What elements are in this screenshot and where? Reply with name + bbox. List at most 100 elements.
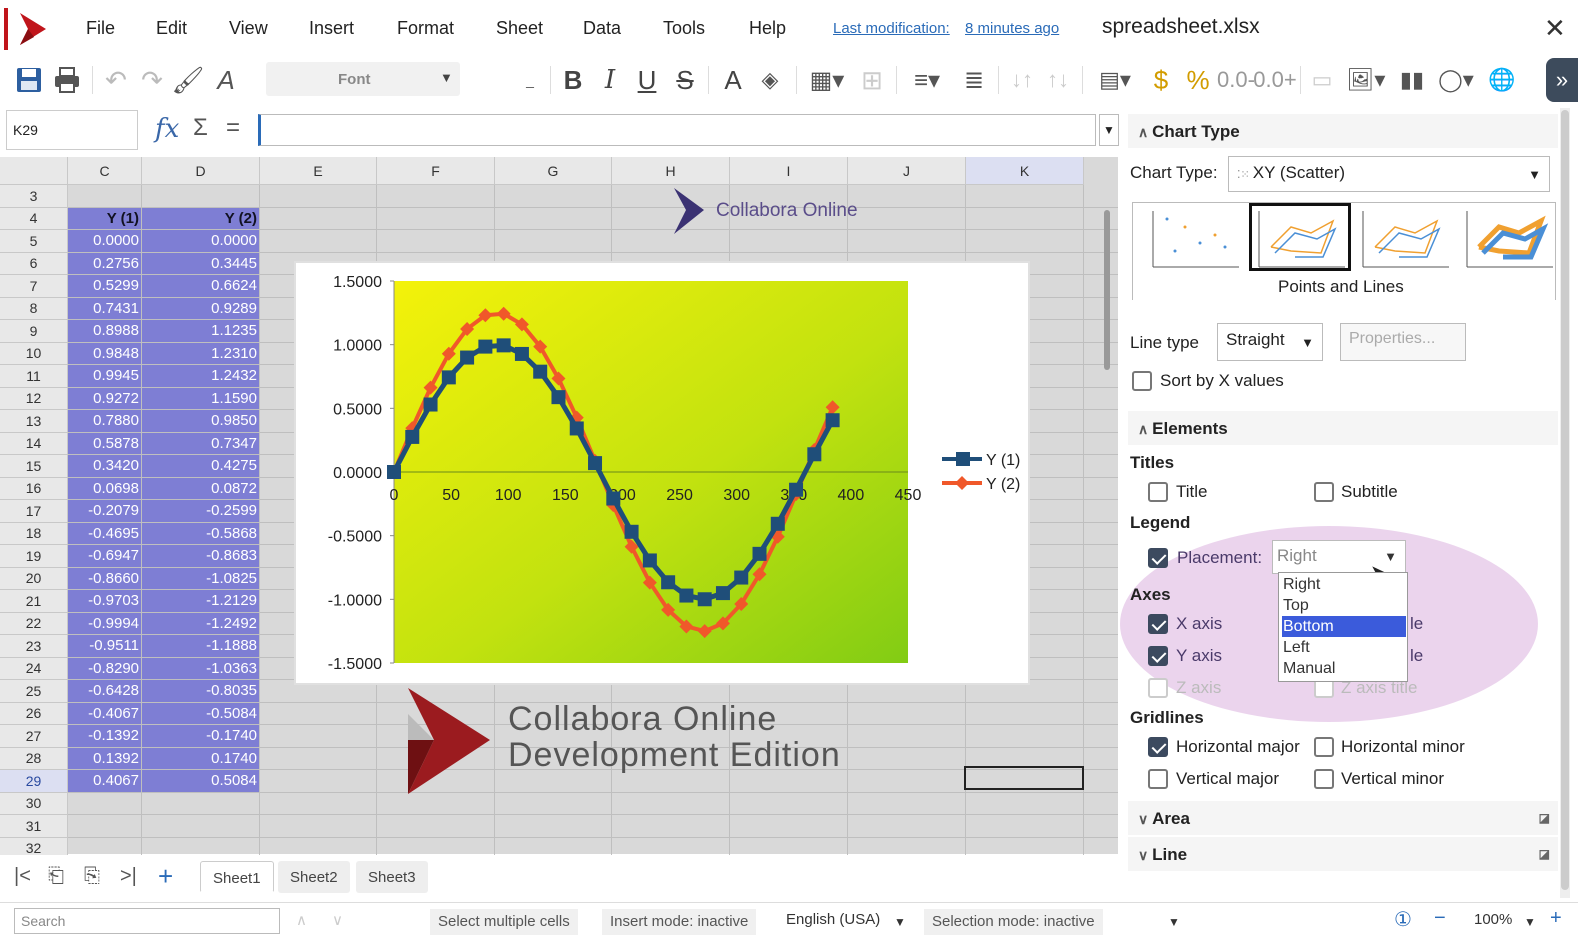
- row-header[interactable]: 29: [0, 770, 68, 793]
- column-header-g[interactable]: G: [495, 157, 612, 185]
- data-cell[interactable]: -1.0825: [142, 567, 259, 589]
- data-cell[interactable]: -0.8683: [142, 545, 259, 567]
- row-header[interactable]: 4: [0, 207, 68, 230]
- font-size-combo[interactable]: _: [520, 62, 540, 98]
- toolbar-more-icon[interactable]: »: [1546, 58, 1578, 102]
- sum-icon[interactable]: Σ: [193, 114, 208, 142]
- row-header[interactable]: 28: [0, 747, 68, 770]
- row-header[interactable]: 12: [0, 387, 68, 410]
- data-cell[interactable]: 0.5299: [68, 275, 141, 297]
- row-header[interactable]: 14: [0, 432, 68, 455]
- add-sheet-icon[interactable]: +: [158, 861, 173, 892]
- data-cell[interactable]: 0.3445: [142, 252, 259, 274]
- data-cell[interactable]: 0.0698: [68, 477, 141, 499]
- menu-tools[interactable]: Tools: [663, 18, 705, 39]
- data-cell[interactable]: 0.9945: [68, 365, 141, 387]
- data-cell[interactable]: 0.5878: [68, 432, 141, 454]
- data-cell[interactable]: -0.8035: [142, 680, 259, 702]
- insert-mode-status[interactable]: Insert mode: inactive: [602, 909, 757, 935]
- language-status[interactable]: English (USA): [786, 911, 880, 928]
- data-cell[interactable]: 0.2756: [68, 252, 141, 274]
- row-header[interactable]: 8: [0, 297, 68, 320]
- row-header[interactable]: 23: [0, 635, 68, 658]
- data-cell[interactable]: -0.1392: [68, 725, 141, 747]
- row-header[interactable]: 3: [0, 185, 68, 208]
- subtitle-checkbox[interactable]: [1314, 482, 1334, 502]
- row-header[interactable]: 18: [0, 522, 68, 545]
- data-point-y1[interactable]: [807, 447, 822, 462]
- search-input[interactable]: Search: [14, 908, 280, 934]
- data-cell[interactable]: -0.6428: [68, 680, 141, 702]
- column-header-h[interactable]: H: [612, 157, 730, 185]
- data-cell[interactable]: 0.9850: [142, 410, 259, 432]
- decimal-decrease-icon[interactable]: 0.0-: [1216, 62, 1256, 98]
- row-header[interactable]: 16: [0, 477, 68, 500]
- vertical-minor-checkbox[interactable]: [1314, 769, 1334, 789]
- data-point-y1[interactable]: [478, 339, 493, 354]
- last-sheet-icon[interactable]: >|: [120, 865, 137, 888]
- column-header-e[interactable]: E: [260, 157, 377, 185]
- y-axis-checkbox[interactable]: [1148, 646, 1168, 666]
- data-cell[interactable]: -0.2599: [142, 500, 259, 522]
- data-point-y1[interactable]: [734, 570, 749, 585]
- close-icon[interactable]: ✕: [1544, 13, 1566, 44]
- wrap-text-icon[interactable]: ≣: [958, 62, 990, 98]
- currency-icon[interactable]: $: [1146, 62, 1176, 98]
- merge-cells-icon[interactable]: ⊞: [856, 62, 888, 98]
- data-cell[interactable]: -0.4067: [68, 702, 141, 724]
- align-icon[interactable]: ≡▾: [904, 62, 950, 98]
- row-header[interactable]: 24: [0, 657, 68, 680]
- data-point-y1[interactable]: [496, 338, 511, 353]
- scatter-chart[interactable]: 1.5000 1.0000 0.5000 0.0000 -0.5000 -1.0000 -1…: [296, 263, 1028, 683]
- vertical-scrollbar[interactable]: [1104, 210, 1110, 370]
- row-header[interactable]: 20: [0, 567, 68, 590]
- zoom-in-icon[interactable]: +: [1550, 907, 1562, 930]
- clear-formatting-icon[interactable]: A: [210, 62, 242, 98]
- menu-data[interactable]: Data: [583, 18, 621, 39]
- data-point-y1[interactable]: [606, 491, 621, 506]
- data-cell[interactable]: 1.2310: [142, 342, 259, 364]
- search-prev-icon[interactable]: ∧: [296, 911, 307, 929]
- line-type-combo[interactable]: Straight ▼: [1217, 323, 1323, 361]
- chevron-down-icon[interactable]: ▼: [1524, 915, 1536, 929]
- chart-type-combo[interactable]: ⁚⁙ XY (Scatter) ▼: [1228, 156, 1550, 192]
- column-title-cell[interactable]: Y (1): [68, 207, 141, 229]
- data-cell[interactable]: 1.2432: [142, 365, 259, 387]
- more-options-icon[interactable]: ◪: [1539, 811, 1550, 825]
- data-cell[interactable]: 1.1235: [142, 320, 259, 342]
- data-cell[interactable]: 0.7431: [68, 297, 141, 319]
- x-axis-checkbox[interactable]: [1148, 614, 1168, 634]
- data-point-y1[interactable]: [588, 456, 603, 471]
- select-multiple-status[interactable]: Select multiple cells: [430, 909, 578, 935]
- menu-insert[interactable]: Insert: [309, 18, 354, 39]
- redo-icon[interactable]: ↷: [136, 62, 168, 98]
- function-wizard-icon[interactable]: fx: [155, 114, 179, 144]
- underline-icon[interactable]: U: [632, 62, 662, 98]
- corner-cell[interactable]: [0, 157, 68, 185]
- sidebar-scrollbar-thumb[interactable]: [1561, 110, 1569, 890]
- vertical-major-checkbox[interactable]: [1148, 769, 1168, 789]
- column-header-d[interactable]: D: [142, 157, 260, 185]
- data-point-y1[interactable]: [679, 588, 694, 603]
- row-header[interactable]: 15: [0, 455, 68, 478]
- row-header[interactable]: 31: [0, 815, 68, 838]
- points-and-lines-icon[interactable]: [1251, 207, 1349, 269]
- placement-option-manual[interactable]: Manual: [1282, 658, 1406, 679]
- comment-icon[interactable]: ▭: [1306, 62, 1338, 98]
- data-cell[interactable]: 0.3420: [68, 455, 141, 477]
- data-cell[interactable]: 0.0872: [142, 477, 259, 499]
- zoom-value[interactable]: 100%: [1474, 911, 1512, 928]
- data-cell[interactable]: 0.6624: [142, 275, 259, 297]
- zoom-reset-icon[interactable]: ①: [1394, 907, 1412, 932]
- tab-sheet1[interactable]: Sheet1: [200, 861, 274, 893]
- z-axis-checkbox[interactable]: [1148, 678, 1168, 698]
- row-header[interactable]: 22: [0, 612, 68, 635]
- selected-cell-cursor[interactable]: [964, 766, 1084, 790]
- font-color-icon[interactable]: A: [718, 62, 748, 98]
- data-point-y1[interactable]: [752, 546, 767, 561]
- data-cell[interactable]: -1.0363: [142, 657, 259, 679]
- menu-edit[interactable]: Edit: [156, 18, 187, 39]
- link-icon[interactable]: 🌐: [1486, 62, 1518, 98]
- placement-option-bottom[interactable]: Bottom: [1282, 616, 1406, 637]
- data-cell[interactable]: -0.4695: [68, 522, 141, 544]
